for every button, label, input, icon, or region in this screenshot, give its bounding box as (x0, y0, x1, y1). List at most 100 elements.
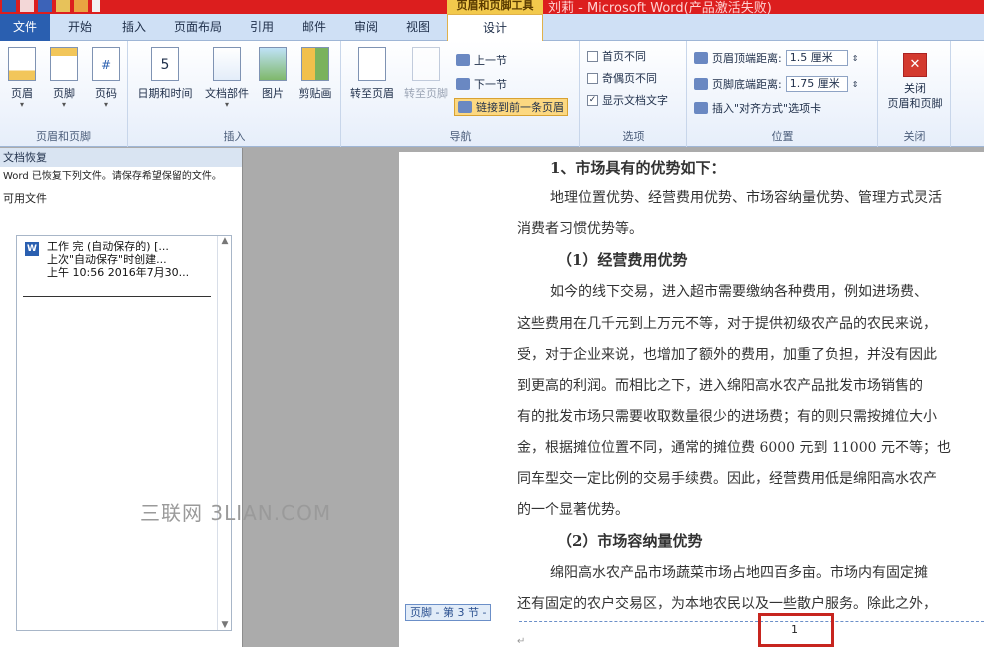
footer-button-label: 页脚 (53, 87, 75, 100)
file-saved-info: 上次"自动保存"时创建... (47, 253, 167, 266)
paragraph-mark-icon: ↵ (517, 636, 526, 647)
tab-home[interactable]: 开始 (68, 14, 92, 41)
file-list-scrollbar[interactable]: ▲ ▼ (217, 236, 231, 630)
clipart-icon (301, 47, 329, 81)
page-number-button[interactable]: # 页码 ▾ (84, 47, 128, 109)
group-header-footer: 页眉 ▾ 页脚 ▾ # 页码 ▾ 页眉和页脚 (0, 41, 128, 147)
chevron-down-icon: ▾ (103, 100, 108, 109)
goto-header-button[interactable]: 转至页眉 (346, 47, 398, 101)
footer-section-tag: 页脚 - 第 3 节 - (405, 604, 492, 621)
paragraph-line: 绵阳高水农产品市场蔬菜市场占地四百多亩。市场内有固定摊 (550, 565, 928, 581)
chevron-down-icon: ▾ (61, 100, 66, 109)
paragraph-line: 到更高的利润。而相比之下，进入绵阳高水农产品批发市场销售的 (517, 378, 923, 394)
word-document-icon: W (25, 242, 39, 256)
tab-file[interactable]: 文件 (0, 14, 50, 41)
paragraph-line: 金，根据摊位位置不同，通常的摊位费 6000 元到 11000 元不等；也 (517, 440, 951, 456)
goto-header-icon (358, 47, 386, 81)
undo-icon[interactable] (20, 0, 34, 12)
context-tool-label: 页眉和页脚工具 (447, 0, 543, 14)
group-label: 导航 (449, 130, 472, 143)
tab-mailings[interactable]: 邮件 (302, 14, 326, 41)
footer-distance-icon (694, 78, 708, 90)
spinner-icon[interactable]: ⇕ (852, 54, 859, 63)
footer-distance-input[interactable]: 1.75 厘米 (785, 76, 848, 92)
alignment-tab-icon (694, 102, 708, 114)
header-distance-row: 页眉顶端距离: 1.5 厘米 ⇕ (694, 49, 858, 67)
footer-distance-label: 页脚底端距离: (712, 78, 782, 91)
docparts-button-label: 文档部件 (205, 87, 249, 100)
group-label: 关闭 (903, 130, 926, 143)
close-header-footer-label: 关闭 页眉和页脚 (887, 82, 943, 110)
edit-icon[interactable] (56, 0, 70, 12)
docparts-icon (213, 47, 241, 81)
next-section-button[interactable]: 下一节 (456, 75, 507, 93)
page-number-icon: # (92, 47, 120, 81)
tab-page-layout[interactable]: 页面布局 (174, 14, 222, 41)
goto-footer-label: 转至页脚 (404, 87, 448, 100)
footer-page-number[interactable]: 1 (791, 623, 798, 636)
document-page[interactable]: 1、市场具有的优势如下： 地理位置优势、经营费用优势、市场容纳量优势、管理方式灵… (399, 152, 984, 647)
group-navigation: 转至页眉 转至页脚 上一节 下一节 链接到前一条页眉 导航 (342, 41, 580, 147)
group-label: 页眉和页脚 (36, 130, 91, 143)
word-app-icon[interactable] (2, 0, 16, 12)
scroll-up-icon[interactable]: ▲ (218, 236, 232, 246)
recovered-file-item[interactable]: W 工作 完 (自动保存的) [... 上次"自动保存"时创建... 上午 10… (25, 240, 209, 279)
odd-even-different-checkbox[interactable]: 奇偶页不同 (587, 69, 657, 87)
paragraph-line: 同车型交一定比例的交易手续费。因此，经营费用低是绵阳高水农产 (517, 471, 937, 487)
tab-design[interactable]: 设计 (447, 14, 543, 41)
group-label: 插入 (223, 130, 246, 143)
divider (23, 296, 211, 297)
show-document-text-label: 显示文档文字 (602, 94, 668, 107)
tab-references[interactable]: 引用 (250, 14, 274, 41)
group-close: ✕ 关闭 页眉和页脚 关闭 (879, 41, 951, 147)
footer-icon (50, 47, 78, 81)
paragraph-line: 的一个显著优势。 (517, 502, 629, 518)
spinner-icon[interactable]: ⇕ (852, 80, 859, 89)
available-files-label: 可用文件 (3, 192, 47, 205)
paragraph-line: 这些费用在几千元到上万元不等，对于提供初级农产品的农民来说， (517, 316, 937, 332)
paragraph-line: 有的批发市场只需要收取数量很少的进场费；有的则只需按摊位大小 (517, 409, 937, 425)
docparts-button[interactable]: 文档部件 ▾ (201, 47, 253, 109)
footer-button[interactable]: 页脚 ▾ (42, 47, 86, 109)
clipart-button[interactable]: 剪贴画 (293, 47, 337, 101)
calendar-clock-icon: 5 (151, 47, 179, 81)
customize-qat-icon[interactable] (92, 0, 100, 12)
tab-review[interactable]: 审阅 (354, 14, 378, 41)
goto-footer-icon (412, 47, 440, 81)
paragraph-line: 消费者习惯优势等。 (517, 221, 643, 237)
link-to-previous-button[interactable]: 链接到前一条页眉 (454, 98, 568, 116)
next-section-label: 下一节 (474, 78, 507, 91)
close-header-footer-button[interactable]: ✕ 关闭 页眉和页脚 (883, 53, 947, 111)
ribbon-tabs: 文件 开始 插入 页面布局 引用 邮件 审阅 视图 设计 (0, 14, 984, 41)
ribbon: 页眉 ▾ 页脚 ▾ # 页码 ▾ 页眉和页脚 5 日期和时间 文档部件 ▾ 图片 (0, 41, 984, 147)
print-icon[interactable] (74, 0, 88, 12)
tab-view[interactable]: 视图 (406, 14, 430, 41)
paragraph-line: 还有固定的农户交易区，为本地农民以及一些散户服务。除此之外， (517, 596, 937, 612)
first-page-different-checkbox[interactable]: 首页不同 (587, 47, 646, 65)
pane-description: Word 已恢复下列文件。请保存希望保留的文件。 (3, 171, 222, 182)
recovered-file-list: W 工作 完 (自动保存的) [... 上次"自动保存"时创建... 上午 10… (16, 235, 232, 631)
clipart-button-label: 剪贴画 (298, 87, 332, 100)
next-section-icon (456, 78, 470, 90)
show-document-text-checkbox[interactable]: ✓ 显示文档文字 (587, 91, 668, 109)
link-to-previous-label: 链接到前一条页眉 (476, 101, 564, 114)
header-distance-input[interactable]: 1.5 厘米 (785, 50, 848, 66)
datetime-button[interactable]: 5 日期和时间 (137, 47, 193, 101)
datetime-button-label: 日期和时间 (137, 87, 193, 100)
previous-section-button[interactable]: 上一节 (456, 51, 507, 69)
scroll-down-icon[interactable]: ▼ (218, 620, 232, 630)
save-icon[interactable] (38, 0, 52, 12)
header-button[interactable]: 页眉 ▾ (0, 47, 44, 109)
tab-insert[interactable]: 插入 (122, 14, 146, 41)
checkbox-checked-icon: ✓ (587, 94, 598, 106)
page-number-button-label: 页码 (95, 87, 117, 100)
insert-alignment-tab-label: 插入"对齐方式"选项卡 (712, 102, 822, 115)
file-timestamp: 上午 10:56 2016年7月30... (47, 266, 190, 279)
file-name: 工作 完 (自动保存的) [... (47, 240, 169, 253)
quick-access-toolbar (0, 0, 100, 14)
picture-button[interactable]: 图片 (255, 47, 291, 101)
insert-alignment-tab-button[interactable]: 插入"对齐方式"选项卡 (694, 99, 821, 117)
footer-boundary-line (519, 621, 984, 622)
previous-section-icon (456, 54, 470, 66)
picture-icon (259, 47, 287, 81)
